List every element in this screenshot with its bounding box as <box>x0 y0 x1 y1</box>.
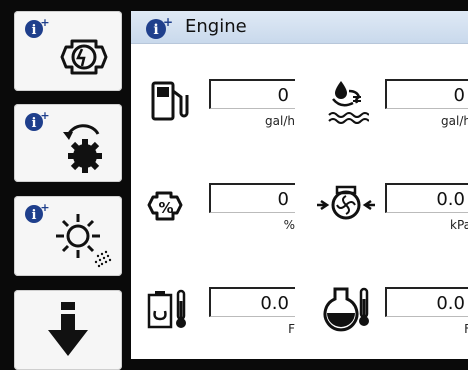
gear-arrow-icon <box>63 124 102 173</box>
fuel-rate-field: 0 <box>209 79 295 109</box>
engine-load-icon: % <box>147 191 183 221</box>
coolant-temp-icon <box>147 289 186 329</box>
engine-panel: i + Engine 0 gal/h 0 gal/h % 0 % 0.0 kPa… <box>131 11 468 359</box>
engine-icon <box>60 39 108 75</box>
svg-text:i: i <box>32 116 37 131</box>
svg-text:+: + <box>40 110 49 122</box>
engine-load-value: 0 <box>277 189 289 210</box>
svg-text:i: i <box>32 23 37 38</box>
engine-load-field: 0 <box>209 183 295 213</box>
panel-header: i + Engine <box>131 11 468 44</box>
sidebar-item-light-info[interactable]: i + <box>14 196 122 276</box>
fuel-rate-unit: gal/h <box>265 114 295 128</box>
sidebar-item-down-arrow[interactable] <box>14 290 122 370</box>
fuel-pump-icon <box>151 81 189 121</box>
oil-temp-icon <box>323 287 369 332</box>
info-plus-icon: i + <box>25 17 50 38</box>
def-rate-unit: gal/h <box>441 114 468 128</box>
sun-spray-icon <box>56 214 112 268</box>
info-plus-icon: i + <box>25 110 50 131</box>
svg-text:+: + <box>40 202 49 214</box>
turbo-pressure-unit: kPa <box>450 218 468 232</box>
info-plus-icon: i + <box>25 202 50 223</box>
def-fluid-icon <box>328 81 369 124</box>
coolant-temp-unit: F <box>288 322 295 336</box>
svg-text:i: i <box>153 22 158 38</box>
svg-text:+: + <box>40 17 49 29</box>
def-rate-value: 0 <box>453 85 465 106</box>
svg-text:+: + <box>163 16 173 29</box>
page-title: Engine <box>185 16 247 37</box>
turbo-pressure-value: 0.0 <box>436 189 465 210</box>
down-arrow-icon <box>48 302 88 356</box>
fuel-rate-value: 0 <box>277 85 289 106</box>
svg-text:%: % <box>158 199 173 217</box>
svg-text:i: i <box>32 208 37 223</box>
oil-temp-value: 0.0 <box>436 293 465 314</box>
coolant-temp-value: 0.0 <box>260 293 289 314</box>
turbo-pressure-field: 0.0 <box>385 183 468 213</box>
engine-load-unit: % <box>283 218 295 232</box>
info-plus-icon[interactable]: i + <box>145 16 173 40</box>
def-rate-field: 0 <box>385 79 468 109</box>
turbo-pressure-icon <box>317 185 375 220</box>
oil-temp-field: 0.0 <box>385 287 468 317</box>
sidebar-item-gear-info[interactable]: i + <box>14 104 122 182</box>
coolant-temp-field: 0.0 <box>209 287 295 317</box>
sidebar-item-engine-info[interactable]: i + <box>14 11 122 91</box>
oil-temp-unit: F <box>464 322 468 336</box>
